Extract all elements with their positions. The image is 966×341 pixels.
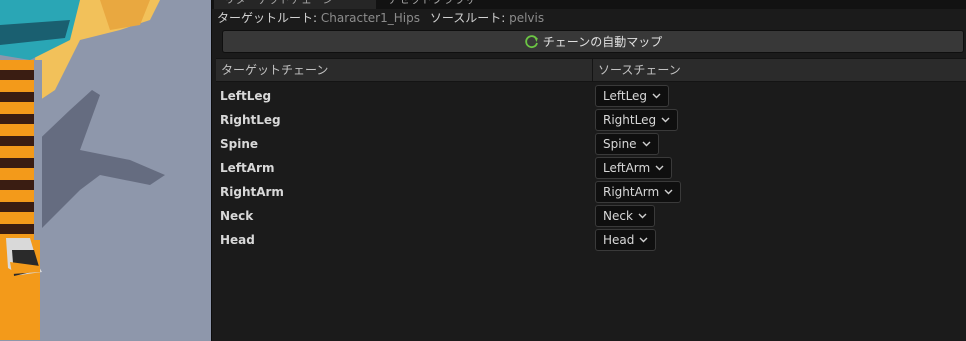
source-chain-value: LeftArm [603,161,651,175]
source-chain-value: Head [603,233,635,247]
target-chain-name: RightArm [220,185,284,199]
target-chain-name: Head [220,233,255,247]
source-chain-value: Spine [603,137,637,151]
target-root-label: ターゲットルート: [217,11,318,25]
source-chain-value: RightLeg [603,113,657,127]
target-chain-column-header[interactable]: ターゲットチェーン [216,59,592,81]
chevron-down-icon [638,213,647,219]
tab-asset-browser[interactable]: アセットブラウザ [378,0,528,9]
chevron-down-icon [642,141,651,147]
source-chain-dropdown[interactable]: LeftArm [595,157,673,179]
chain-table-header: ターゲットチェーン ソースチェーン [216,58,966,82]
viewport-preview[interactable] [0,0,211,341]
source-chain-value: RightArm [603,185,660,199]
retarget-chain-panel: リターゲットチェーン アセットブラウザ ターゲットルート: Character1… [211,0,966,341]
source-chain-dropdown[interactable]: RightArm [595,181,682,203]
table-row: LeftLeg LeftLeg [216,84,966,108]
source-chain-dropdown[interactable]: Neck [595,205,655,227]
table-row: LeftArm LeftArm [216,156,966,180]
source-root-value: pelvis [509,11,545,25]
source-chain-dropdown[interactable]: LeftLeg [595,85,670,107]
table-row: Spine Spine [216,132,966,156]
auto-map-chains-label: チェーンの自動マップ [542,35,663,49]
chevron-down-icon [652,93,661,99]
tab-strip: リターゲットチェーン アセットブラウザ [212,0,966,9]
table-row: Neck Neck [216,204,966,228]
target-chain-name: LeftArm [220,161,275,175]
source-chain-dropdown[interactable]: Spine [595,133,659,155]
target-chain-name: LeftLeg [220,89,272,103]
chain-table-body: LeftLeg LeftLeg RightLeg RightLeg Spine … [216,84,966,252]
target-chain-name: Neck [220,209,254,223]
chevron-down-icon [639,237,648,243]
refresh-icon [525,34,538,48]
source-chain-dropdown[interactable]: RightLeg [595,109,679,131]
target-chain-name: Spine [220,137,259,151]
chevron-down-icon [655,165,664,171]
auto-map-chains-button[interactable]: チェーンの自動マップ [222,30,964,53]
character-preview-image [0,0,165,340]
table-row: Head Head [216,228,966,252]
chevron-down-icon [661,117,670,123]
source-chain-column-header[interactable]: ソースチェーン [592,59,966,81]
chevron-down-icon [664,189,673,195]
table-row: RightArm RightArm [216,180,966,204]
table-row: RightLeg RightLeg [216,108,966,132]
source-chain-value: Neck [603,209,633,223]
source-chain-value: LeftLeg [603,89,648,103]
root-info-line: ターゲットルート: Character1_Hips ソースルート: pelvis [217,9,550,27]
target-root-value: Character1_Hips [320,11,420,25]
tab-retarget-chains[interactable]: リターゲットチェーン [214,0,376,9]
target-chain-name: RightLeg [220,113,281,127]
source-root-label: ソースルート: [429,11,506,25]
source-chain-dropdown[interactable]: Head [595,229,657,251]
